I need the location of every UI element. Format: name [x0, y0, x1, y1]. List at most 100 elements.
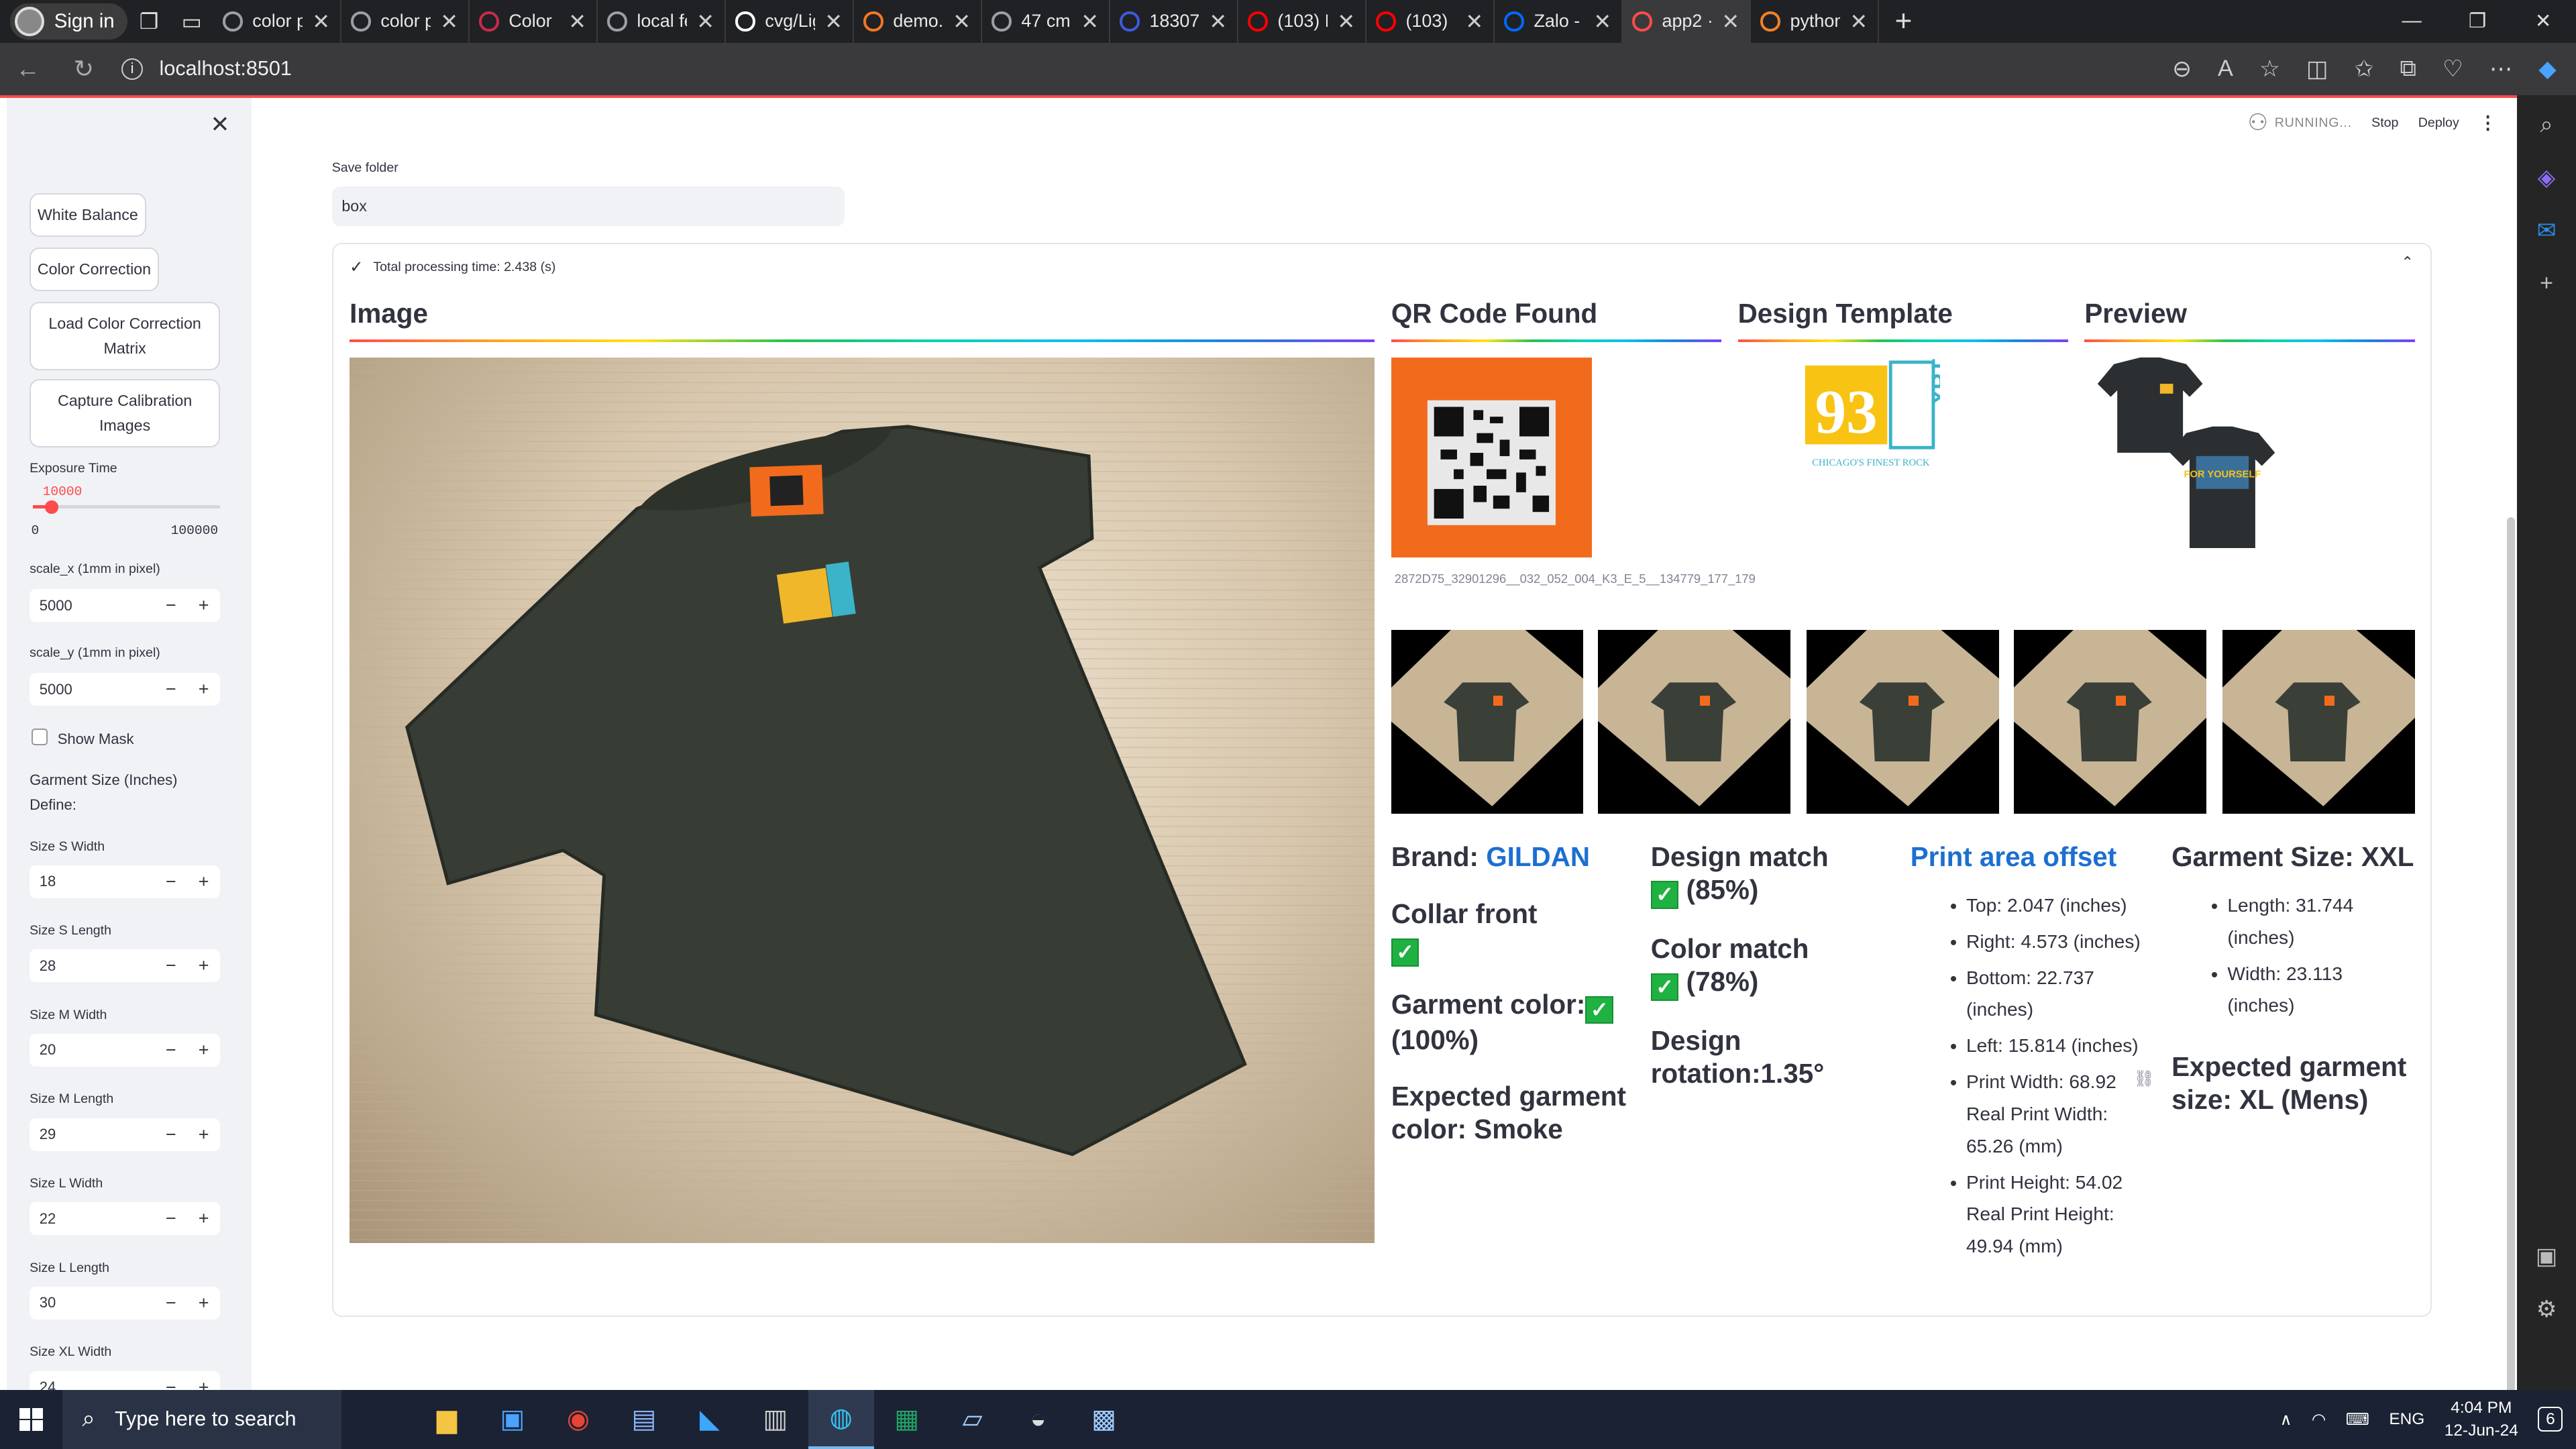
tab-close-icon[interactable]: ✕ — [1721, 9, 1739, 34]
vscode-icon[interactable]: ◣ — [677, 1390, 743, 1449]
notepad-icon[interactable]: ▱ — [940, 1390, 1006, 1449]
workspaces-icon[interactable]: ❐ — [127, 0, 170, 43]
size-value[interactable]: 20 — [30, 1041, 154, 1059]
zoom-icon[interactable]: ⊖ — [2172, 56, 2192, 83]
minimize-icon[interactable]: — — [2379, 9, 2445, 33]
size-number-input[interactable]: 30− + — [30, 1286, 221, 1320]
size-number-input[interactable]: 22− + — [30, 1202, 221, 1236]
language-indicator[interactable]: ENG — [2389, 1410, 2424, 1429]
size-number-input[interactable]: 18− + — [30, 865, 221, 898]
calculator-icon[interactable]: ▩ — [1071, 1390, 1137, 1449]
back-icon[interactable]: ← — [0, 55, 56, 83]
taskbar-search[interactable]: ⌕ Type here to search — [62, 1389, 342, 1449]
add-sidebar-icon[interactable]: + — [2540, 270, 2553, 297]
size-increment-button[interactable]: + — [187, 1040, 220, 1061]
size-number-input[interactable]: 20− + — [30, 1033, 221, 1067]
close-sidebar-icon[interactable]: ✕ — [210, 111, 229, 138]
size-value[interactable]: 28 — [30, 957, 154, 975]
browser-tab[interactable]: Zalo - Ph ✕ — [1495, 0, 1623, 43]
tab-close-icon[interactable]: ✕ — [568, 9, 586, 34]
scale-y-increment-button[interactable]: + — [187, 679, 220, 700]
scale-y-value[interactable]: 5000 — [30, 681, 154, 698]
tab-close-icon[interactable]: ✕ — [440, 9, 458, 34]
keyboard-icon[interactable]: ⌨ — [2346, 1409, 2369, 1430]
favorites-icon[interactable]: ✩ — [2354, 56, 2373, 83]
size-decrement-button[interactable]: − — [154, 1040, 187, 1061]
copilot-icon[interactable]: ◆ — [2538, 56, 2556, 83]
size-value[interactable]: 18 — [30, 873, 154, 890]
stop-button[interactable]: Stop — [2371, 115, 2398, 131]
tab-close-icon[interactable]: ✕ — [696, 9, 714, 34]
tab-close-icon[interactable]: ✕ — [1849, 9, 1868, 34]
browser-tab[interactable]: color pick ✕ — [341, 0, 470, 43]
store-icon[interactable]: ▣ — [480, 1390, 545, 1449]
size-increment-button[interactable]: + — [187, 1208, 220, 1229]
chrome-icon[interactable]: ◉ — [545, 1390, 611, 1449]
scale-y-input[interactable]: 5000 − + — [30, 673, 221, 706]
favorite-star-icon[interactable]: ☆ — [2259, 56, 2280, 83]
tab-close-icon[interactable]: ✕ — [1081, 9, 1099, 34]
exposure-slider-handle[interactable] — [45, 500, 58, 514]
size-number-input[interactable]: 29− + — [30, 1118, 221, 1151]
size-decrement-button[interactable]: − — [154, 1124, 187, 1145]
deploy-button[interactable]: Deploy — [2418, 115, 2459, 131]
tab-close-icon[interactable]: ✕ — [1465, 9, 1483, 34]
browser-tab[interactable]: cvg/Light ✕ — [726, 0, 854, 43]
restore-icon[interactable]: ❐ — [2445, 9, 2510, 33]
browser-tab[interactable]: (103) ✕ — [1366, 0, 1495, 43]
size-number-input[interactable]: 28− + — [30, 949, 221, 983]
tab-close-icon[interactable]: ✕ — [824, 9, 843, 34]
capture-calibration-images-button[interactable]: Capture Calibration Images — [30, 378, 221, 447]
load-color-correction-matrix-button[interactable]: Load Color Correction Matrix — [30, 301, 221, 370]
url-text[interactable]: localhost:8501 — [160, 57, 292, 80]
excel-icon[interactable]: ▦ — [874, 1390, 940, 1449]
copilot-sidebar-icon[interactable]: ◈ — [2538, 164, 2555, 191]
settings-gear-icon[interactable]: ⚙ — [2536, 1296, 2557, 1323]
main-menu-icon[interactable]: ⋮ — [2479, 113, 2497, 133]
browser-tab[interactable]: app2 · Str ✕ — [1622, 0, 1751, 43]
tab-close-icon[interactable]: ✕ — [1593, 9, 1611, 34]
browser-tab[interactable]: Color ✕ — [470, 0, 598, 43]
size-increment-button[interactable]: + — [187, 955, 220, 976]
size-increment-button[interactable]: + — [187, 1293, 220, 1313]
size-decrement-button[interactable]: − — [154, 955, 187, 976]
size-value[interactable]: 30 — [30, 1294, 154, 1311]
new-tab-button[interactable]: + — [1879, 5, 1928, 38]
more-menu-icon[interactable]: ⋯ — [2489, 56, 2512, 83]
start-button[interactable] — [0, 1407, 62, 1432]
size-value[interactable]: 29 — [30, 1126, 154, 1143]
tab-actions-icon[interactable]: ▭ — [170, 0, 213, 43]
profile-sign-in-button[interactable]: Sign in — [9, 3, 128, 40]
white-balance-button[interactable]: White Balance — [30, 193, 146, 237]
app-icon[interactable]: ▥ — [743, 1390, 808, 1449]
scale-x-decrement-button[interactable]: − — [154, 595, 187, 616]
close-window-icon[interactable]: ✕ — [2510, 9, 2576, 33]
network-icon[interactable]: ◠ — [2312, 1409, 2326, 1430]
browser-tab[interactable]: local feat ✕ — [598, 0, 726, 43]
browser-tab[interactable]: python - ✕ — [1751, 0, 1879, 43]
browser-tab[interactable]: color pick ✕ — [213, 0, 341, 43]
file-explorer-icon[interactable]: ▆ — [414, 1390, 480, 1449]
read-aloud-icon[interactable]: A — [2218, 56, 2233, 83]
size-decrement-button[interactable]: − — [154, 1208, 187, 1229]
outlook-icon[interactable]: ✉ — [2537, 217, 2557, 244]
tab-close-icon[interactable]: ✕ — [1337, 9, 1355, 34]
size-increment-button[interactable]: + — [187, 871, 220, 892]
browser-tab[interactable]: demo.ipy ✕ — [854, 0, 982, 43]
show-mask-checkbox[interactable] — [31, 729, 48, 745]
clock[interactable]: 4:04 PM 12-Jun-24 — [2445, 1397, 2518, 1443]
anchor-link-icon[interactable]: ⛓ — [2134, 1069, 2155, 1089]
page-scrollbar[interactable] — [2507, 517, 2516, 1429]
search-icon[interactable]: ⌕ — [2540, 112, 2553, 138]
sidebar-layout-icon[interactable]: ▣ — [2536, 1243, 2557, 1270]
edge-icon[interactable]: ◍ — [808, 1389, 874, 1449]
browser-essentials-icon[interactable]: ♡ — [2443, 56, 2463, 83]
size-decrement-button[interactable]: − — [154, 871, 187, 892]
site-info-icon[interactable]: i — [121, 58, 144, 80]
scale-x-increment-button[interactable]: + — [187, 595, 220, 616]
tab-close-icon[interactable]: ✕ — [312, 9, 330, 34]
color-correction-button[interactable]: Color Correction — [30, 247, 159, 292]
size-decrement-button[interactable]: − — [154, 1293, 187, 1313]
url-field[interactable]: i localhost:8501 — [121, 57, 292, 80]
tab-close-icon[interactable]: ✕ — [953, 9, 971, 34]
